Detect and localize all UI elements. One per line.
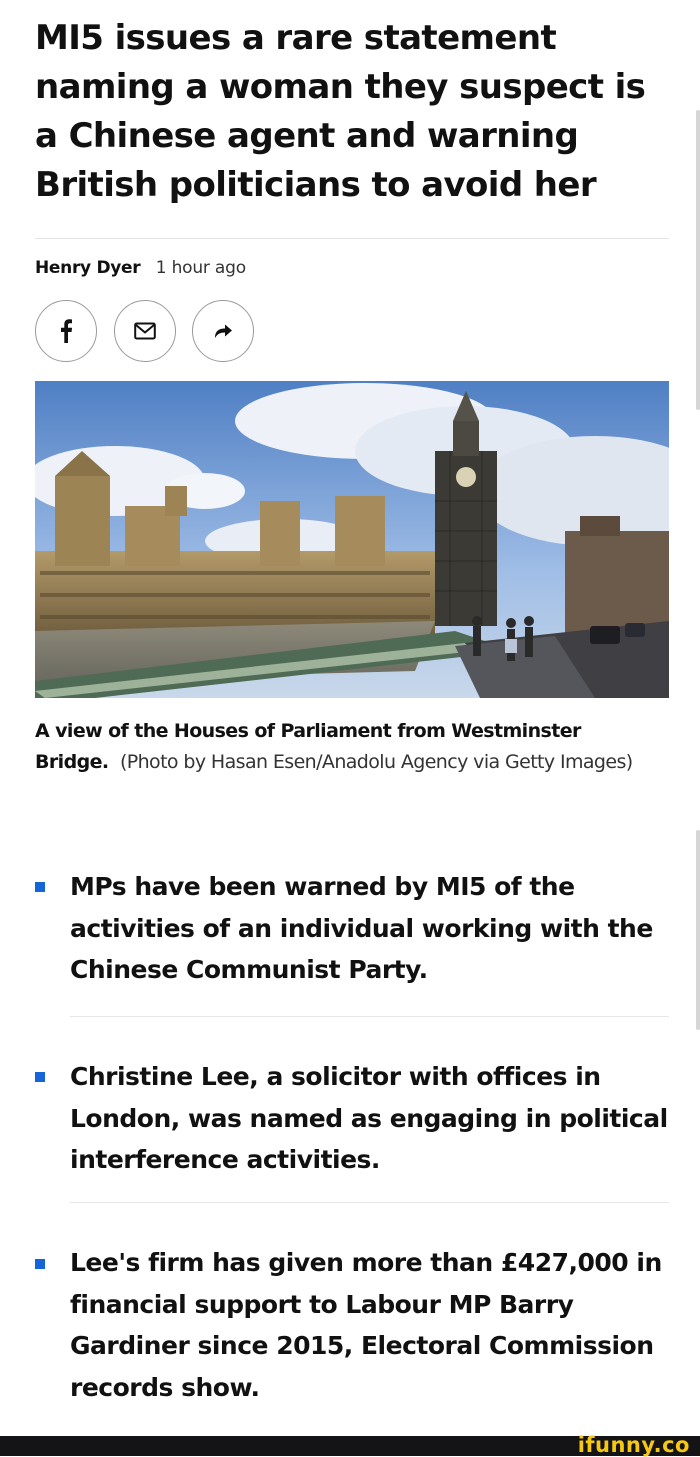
caption-credit: (Photo by Hasan Esen/Anadolu Agency via … <box>119 751 633 773</box>
parliament-photo <box>35 381 669 698</box>
byline: Henry Dyer 1 hour ago <box>35 258 246 278</box>
bullet-square-icon <box>35 1259 45 1269</box>
facebook-icon <box>59 319 73 343</box>
bullet-square-icon <box>35 882 45 892</box>
share-link-button[interactable] <box>192 300 254 362</box>
share-facebook-button[interactable] <box>35 300 97 362</box>
hero-image <box>35 381 669 698</box>
share-email-button[interactable] <box>114 300 176 362</box>
divider <box>35 238 669 239</box>
image-caption: A view of the Houses of Parliament from … <box>35 716 635 778</box>
email-icon <box>134 322 156 340</box>
timestamp: 1 hour ago <box>155 258 246 278</box>
divider <box>70 1202 669 1203</box>
scrollbar-upper[interactable] <box>696 110 700 410</box>
scrollbar-lower[interactable] <box>696 830 700 1030</box>
share-arrow-icon <box>213 323 233 339</box>
divider <box>70 1016 669 1017</box>
author-name[interactable]: Henry Dyer <box>35 258 141 278</box>
bullet-square-icon <box>35 1072 45 1082</box>
headline: MI5 issues a rare statement naming a wom… <box>35 18 646 205</box>
key-point-text: MPs have been warned by MI5 of the activ… <box>70 872 653 984</box>
key-point-text: Christine Lee, a solicitor with offices … <box>70 1062 668 1174</box>
key-point-text: Lee's firm has given more than £427,000 … <box>70 1248 662 1402</box>
footer-bar: ifunny.co <box>0 1433 700 1457</box>
ifunny-watermark: ifunny.co <box>577 1433 690 1457</box>
